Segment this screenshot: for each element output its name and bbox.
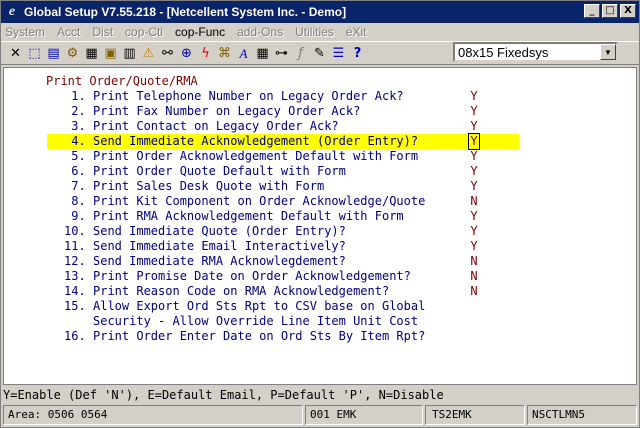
window-title: Global Setup V7.55.218 - [Netcellent Sys… <box>24 5 347 19</box>
option-number: 14. <box>64 284 86 298</box>
menu-item-cop-ctl[interactable]: cop-Ctl <box>125 25 163 39</box>
option-label: Print Promise Date on Order Acknowledgem… <box>93 269 411 283</box>
option-value-field[interactable]: Y <box>469 239 479 254</box>
terminal-screen[interactable]: Print Order/Quote/RMA 1. Print Telephone … <box>3 67 637 385</box>
option-label: Print Kit Component on Order Acknowledge… <box>93 194 426 208</box>
close-button[interactable]: X <box>620 4 636 18</box>
font-icon[interactable]: A <box>235 44 252 62</box>
option-value-field[interactable]: N <box>469 254 479 269</box>
font-select-value: 08x15 Fixedsys <box>458 44 549 60</box>
option-label: Print Contact on Legacy Order Ack? <box>93 119 339 133</box>
help-icon[interactable]: ? <box>349 44 366 62</box>
calendar-icon[interactable]: ▦ <box>254 44 271 62</box>
option-value-field[interactable]: Y <box>469 104 479 119</box>
cancel-icon[interactable]: ✕ <box>7 44 24 62</box>
option-label: Print Order Quote Default with Form <box>93 164 346 178</box>
alert-icon[interactable]: ⚠ <box>140 44 157 62</box>
tools-icon[interactable]: ✎ <box>311 44 328 62</box>
status-terminal: TS2EMK <box>425 405 525 425</box>
menu-item-system[interactable]: System <box>5 25 45 39</box>
maximize-button[interactable]: □ <box>602 4 618 18</box>
option-number: 6. <box>64 164 86 178</box>
option-label: Print RMA Acknowledgement Default with F… <box>93 209 404 223</box>
option-number: 1. <box>64 89 86 103</box>
status-program: NSCTLMN5 <box>527 405 637 425</box>
function-icon[interactable]: ƒ <box>292 44 309 62</box>
window-icon[interactable]: ▤ <box>45 44 62 62</box>
binoculars-icon[interactable]: ⚯ <box>159 44 176 62</box>
option-value-field[interactable]: Y <box>469 164 479 179</box>
zoom-icon[interactable]: ⊕ <box>178 44 195 62</box>
status-bar: Area: 0506 0564 001 EMK TS2EMK NSCTLMN5 <box>3 405 637 425</box>
option-number: 12. <box>64 254 86 268</box>
font-select[interactable]: 08x15 Fixedsys ▼ <box>453 42 618 62</box>
option-value-field[interactable]: Y <box>469 179 479 194</box>
chevron-down-icon[interactable]: ▼ <box>600 44 616 60</box>
option-label: Print Order Acknowledgement Default with… <box>93 149 419 163</box>
option-value-field[interactable]: Y <box>469 149 479 164</box>
option-number: 3. <box>64 119 86 133</box>
window-controls: _ □ X <box>584 4 636 18</box>
option-number: 15. <box>64 299 86 313</box>
option-value-field[interactable]: Y <box>469 119 479 134</box>
option-label: Send Immediate Acknowledgement (Order En… <box>93 134 419 148</box>
option-label: Send Immediate RMA Acknowlegdement? <box>93 254 346 268</box>
option-value-field[interactable]: Y <box>469 209 479 224</box>
lightning-icon[interactable]: ϟ <box>197 44 214 62</box>
help-line: Y=Enable (Def 'N'), E=Default Email, P=D… <box>3 388 444 402</box>
calculator-icon[interactable]: ▥ <box>121 44 138 62</box>
option-label: Print Reason Code on RMA Acknowledgement… <box>93 284 390 298</box>
list-icon[interactable]: ☰ <box>330 44 347 62</box>
option-number: 10. <box>64 224 86 238</box>
minimize-button[interactable]: _ <box>584 4 600 18</box>
menu-item-acct[interactable]: Acct <box>57 25 80 39</box>
option-label: Print Order Enter Date on Ord Sts By Ite… <box>93 329 426 343</box>
macro-icon[interactable]: ⌘ <box>216 44 233 62</box>
option-number: 13. <box>64 269 86 283</box>
menu-item-add-ons[interactable]: add-Ons <box>237 25 283 39</box>
menu-item-utilities[interactable]: Utilities <box>295 25 334 39</box>
option-label: Security - Allow Override Line Item Unit… <box>93 314 419 328</box>
option-number: 8. <box>64 194 86 208</box>
option-number: 2. <box>64 104 86 118</box>
option-label: Send Immediate Email Interactively? <box>93 239 346 253</box>
select-icon[interactable]: ⬚ <box>26 44 43 62</box>
print-preview-icon[interactable]: ▦ <box>83 44 100 62</box>
menu-bar: System Acct Dist cop-Ctl cop-Func add-Ons Util… <box>1 23 639 41</box>
option-value-field[interactable]: Y <box>468 133 480 150</box>
option-label: Print Fax Number on Legacy Order Ack? <box>93 104 361 118</box>
option-value-field[interactable]: Y <box>469 89 479 104</box>
option-label: Print Sales Desk Quote with Form <box>93 179 325 193</box>
option-number: 16. <box>64 329 86 343</box>
title-bar[interactable]: e Global Setup V7.55.218 - [Netcellent S… <box>1 1 639 23</box>
option-value-field[interactable]: Y <box>469 224 479 239</box>
status-area: Area: 0506 0564 <box>3 405 303 425</box>
option-number: 7. <box>64 179 86 193</box>
menu-item-exit[interactable]: eXit <box>346 25 367 39</box>
option-number: 4. <box>64 134 86 148</box>
screen-heading: Print Order/Quote/RMA <box>46 74 198 88</box>
option-number: 5. <box>64 149 86 163</box>
option-label: Print Telephone Number on Legacy Order A… <box>93 89 404 103</box>
settings-icon[interactable]: ⚙ <box>64 44 81 62</box>
menu-item-dist[interactable]: Dist <box>92 25 113 39</box>
notes-icon[interactable]: ▣ <box>102 44 119 62</box>
option-number: 9. <box>64 209 86 223</box>
option-value-field[interactable]: N <box>469 194 479 209</box>
option-label: Send Immediate Quote (Order Entry)? <box>93 224 346 238</box>
status-company: 001 EMK <box>305 405 423 425</box>
menu-item-cop-func[interactable]: cop-Func <box>175 25 225 39</box>
option-number: 11. <box>64 239 86 253</box>
link-icon[interactable]: ⊶ <box>273 44 290 62</box>
app-logo-icon: e <box>8 4 16 19</box>
option-value-field[interactable]: N <box>469 269 479 284</box>
option-label: Allow Export Ord Sts Rpt to CSV base on … <box>93 299 426 313</box>
app-window: e Global Setup V7.55.218 - [Netcellent S… <box>0 0 640 428</box>
option-value-field[interactable]: N <box>469 284 479 299</box>
